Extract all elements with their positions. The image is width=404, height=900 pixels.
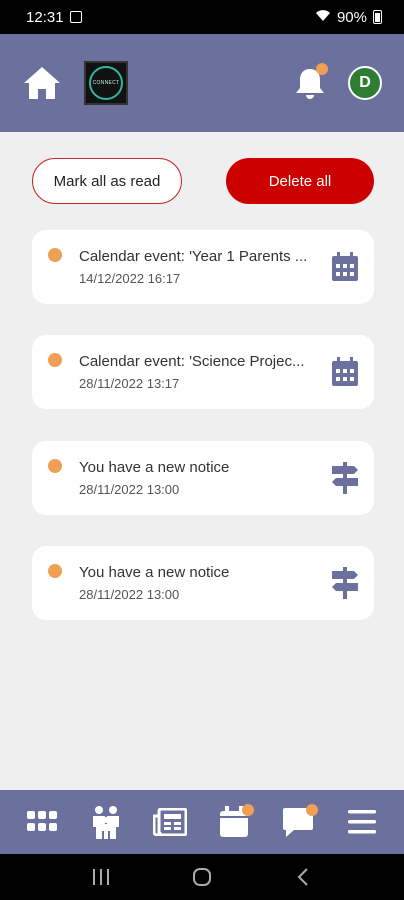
nav-messages[interactable] — [276, 800, 320, 844]
app-header: CONNECT D — [0, 34, 404, 132]
home-button[interactable] — [22, 63, 62, 103]
notification-title: You have a new notice — [79, 459, 230, 476]
mark-all-read-button[interactable]: Mark all as read — [32, 158, 182, 204]
notification-time: 14/12/2022 16:17 — [79, 271, 181, 286]
notifications-button[interactable] — [290, 63, 330, 103]
recent-apps-icon — [92, 869, 109, 885]
home-circle-icon — [192, 868, 211, 886]
unread-indicator — [48, 248, 62, 262]
delete-all-button[interactable]: Delete all — [226, 158, 374, 204]
notification-item[interactable]: Calendar event: 'Year 1 Parents ... 14/1… — [32, 230, 374, 304]
notification-title: You have a new notice — [79, 564, 230, 581]
notification-time: 28/11/2022 13:00 — [79, 587, 180, 602]
system-nav-bar — [0, 854, 404, 900]
unread-indicator — [48, 564, 62, 578]
nav-news[interactable] — [148, 800, 192, 844]
notification-badge — [316, 63, 328, 75]
notification-item[interactable]: Calendar event: 'Science Projec... 28/11… — [32, 335, 374, 409]
wifi-icon — [315, 9, 331, 26]
notification-title: Calendar event: 'Science Projec... — [79, 353, 305, 370]
menu-icon — [348, 810, 376, 834]
messages-badge — [306, 804, 318, 816]
nav-calendar[interactable] — [212, 800, 256, 844]
nav-apps[interactable] — [20, 800, 64, 844]
calendar-badge — [242, 804, 254, 816]
signpost-icon — [330, 567, 360, 599]
newspaper-icon — [153, 808, 187, 836]
notification-title: Calendar event: 'Year 1 Parents ... — [79, 248, 308, 265]
back-icon — [297, 868, 309, 886]
notification-actions: Mark all as read Delete all — [32, 158, 374, 204]
notification-item[interactable]: You have a new notice 28/11/2022 13:00 — [32, 546, 374, 620]
home-icon — [24, 67, 60, 99]
back-button[interactable] — [283, 862, 323, 892]
avatar[interactable]: D — [348, 66, 382, 100]
notification-time: 28/11/2022 13:17 — [79, 376, 180, 391]
battery-icon — [373, 10, 382, 24]
nav-family[interactable] — [84, 800, 128, 844]
home-system-button[interactable] — [182, 862, 222, 892]
status-bar: 12:31 90% — [0, 0, 404, 34]
unread-indicator — [48, 353, 62, 367]
recent-apps-button[interactable] — [81, 862, 121, 892]
school-logo: CONNECT — [84, 61, 128, 105]
gallery-icon — [69, 11, 82, 23]
notification-item[interactable]: You have a new notice 28/11/2022 13:00 — [32, 441, 374, 515]
unread-indicator — [48, 459, 62, 473]
signpost-icon — [330, 462, 360, 494]
battery-percent: 90% — [336, 8, 367, 26]
logo-text: CONNECT — [92, 80, 120, 86]
calendar-icon — [330, 357, 360, 387]
bottom-nav — [0, 790, 404, 854]
nav-menu[interactable] — [340, 800, 384, 844]
status-time: 12:31 — [26, 8, 64, 26]
family-icon — [93, 806, 119, 839]
apps-grid-icon — [27, 811, 57, 831]
notification-time: 28/11/2022 13:00 — [79, 482, 180, 497]
calendar-icon — [330, 252, 360, 282]
